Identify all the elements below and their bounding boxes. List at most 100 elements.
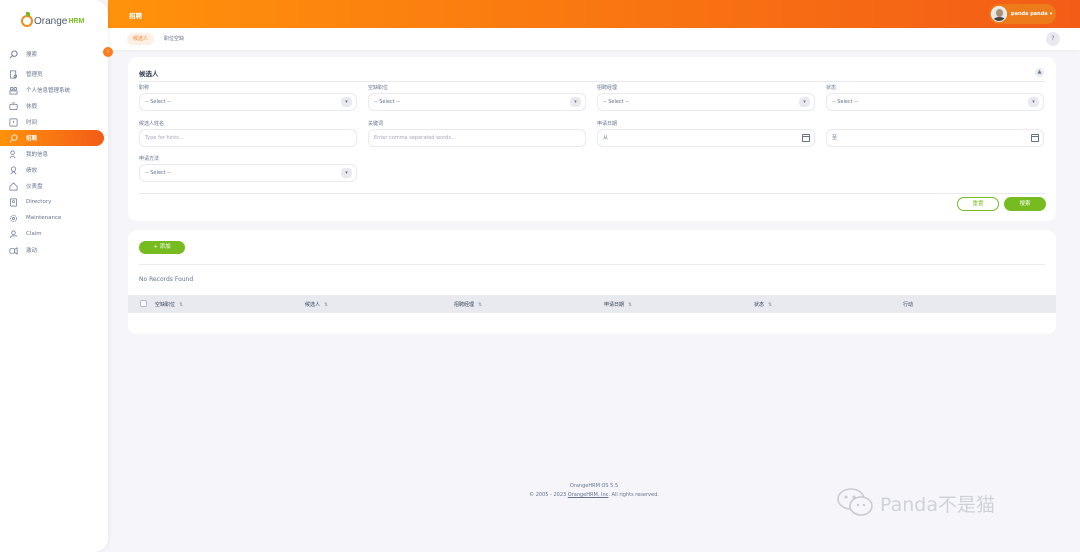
chevron-down-icon: ▾ (341, 97, 352, 107)
claim-icon (9, 230, 18, 239)
sidebar-search[interactable]: 搜索 (0, 46, 108, 62)
sort-icon[interactable]: ⇅ (179, 302, 183, 308)
date-from-input[interactable]: 从 (597, 129, 815, 147)
sort-icon[interactable]: ⇅ (768, 302, 772, 308)
sidebar-item-label: 激动 (26, 248, 38, 254)
page-title: 招聘 (129, 12, 142, 20)
sidebar-item-label: Claim (26, 231, 42, 237)
user-name: panda panda (1011, 11, 1048, 17)
sidebar-item-my-info[interactable]: 我的信息 (0, 146, 108, 162)
sidebar-item-maintenance[interactable]: Maintenance (0, 210, 108, 226)
chevron-down-icon: ▾ (570, 97, 581, 107)
orangehrm-link[interactable]: OrangeHRM, Inc (568, 492, 609, 498)
date-to-input[interactable]: 至 (826, 129, 1044, 147)
method-select[interactable]: -- Select -- ▾ (139, 164, 357, 182)
sort-icon[interactable]: ⇅ (478, 302, 482, 308)
hiring-manager-select[interactable]: -- Select -- ▾ (597, 93, 815, 111)
select-all-checkbox[interactable] (140, 300, 147, 307)
calendar-icon[interactable] (1031, 134, 1039, 142)
calendar-icon[interactable] (802, 134, 810, 142)
search-button[interactable]: 搜索 (1004, 197, 1046, 211)
wechat-icon (836, 485, 876, 521)
column-header-vacancy[interactable]: 空缺职位 ⇅ (155, 301, 183, 308)
sidebar-item-label: 个人信息管理系统 (26, 88, 71, 94)
sidebar-item-performance[interactable]: 绩效 (0, 162, 108, 178)
column-label: 申请日期 (604, 302, 625, 308)
column-label: 状态 (754, 302, 765, 308)
vacancy-label: 空缺职位 (368, 85, 389, 91)
add-candidate-button[interactable]: + 添加 (139, 241, 185, 254)
directory-icon (9, 198, 18, 207)
orangehrm-logo[interactable]: Orange HRM (21, 12, 85, 29)
leave-icon (9, 102, 18, 111)
watermark: Panda不是猫 (836, 485, 995, 521)
sidebar-item-pim[interactable]: 个人信息管理系统 (0, 82, 108, 98)
topbar: 招聘 panda panda ▾ (108, 0, 1080, 28)
vacancy-value: -- Select -- (374, 99, 400, 105)
records-count: No Records Found (139, 276, 194, 283)
method-label: 申请方法 (139, 156, 160, 162)
sidebar-item-admin[interactable]: 管理员 (0, 66, 108, 82)
chevron-down-icon: ▾ (1049, 11, 1053, 17)
sidebar-search-label: 搜索 (26, 52, 38, 58)
vacancy-select[interactable]: -- Select -- ▾ (368, 93, 586, 111)
column-label: 候选人 (305, 302, 321, 308)
column-header-hiring-manager[interactable]: 招聘经理 ⇅ (454, 301, 482, 308)
sidebar-item-leave[interactable]: 休假 (0, 98, 108, 114)
candidate-name-label: 候选人姓名 (139, 121, 165, 127)
sidebar-item-dashboard[interactable]: 仪表盘 (0, 178, 108, 194)
help-button[interactable]: ? (1046, 32, 1060, 46)
reset-button[interactable]: 重置 (957, 197, 999, 211)
user-dropdown[interactable]: panda panda ▾ (989, 4, 1056, 24)
sidebar: Orange HRM 搜索 管理员 个人信息管理系统 休假 时间 招聘 我的信息… (0, 0, 108, 552)
collapse-filter-button[interactable]: ▲ (1035, 68, 1044, 77)
method-value: -- Select -- (145, 170, 171, 176)
performance-icon (9, 166, 18, 175)
sidebar-item-buzz[interactable]: 激动 (0, 242, 108, 258)
avatar (991, 6, 1007, 22)
sidebar-item-claim[interactable]: Claim (0, 226, 108, 242)
table-header: 空缺职位 ⇅ 候选人 ⇅ 招聘经理 ⇅ 申请日期 ⇅ 状态 ⇅ 行动 (128, 295, 1056, 313)
sidebar-item-directory[interactable]: Directory (0, 194, 108, 210)
sort-icon[interactable]: ⇅ (324, 302, 328, 308)
sidebar-item-label: 我的信息 (26, 152, 49, 158)
sidebar-collapse-button[interactable]: ‹ (103, 47, 113, 57)
sidebar-item-label: Maintenance (26, 215, 62, 221)
recruitment-icon (9, 133, 18, 143)
status-value: -- Select -- (832, 99, 858, 105)
candidate-filter-card: 候选人 ▲ 职称 -- Select -- ▾ 空缺职位 -- Select -… (128, 57, 1056, 221)
column-header-date[interactable]: 申请日期 ⇅ (604, 301, 632, 308)
time-icon (9, 118, 18, 127)
column-label: 空缺职位 (155, 302, 176, 308)
sidebar-item-label: 招聘 (26, 136, 38, 142)
sidebar-item-label: 时间 (26, 120, 38, 126)
sidebar-item-recruitment[interactable]: 招聘 (0, 130, 104, 146)
logo-mark-icon (21, 12, 33, 27)
candidate-name-input[interactable]: Type for hints... (139, 129, 357, 147)
job-title-label: 职称 (139, 85, 150, 91)
sidebar-item-time[interactable]: 时间 (0, 114, 108, 130)
chevron-down-icon: ▾ (1028, 97, 1039, 107)
candidate-list-card: + 添加 No Records Found 空缺职位 ⇅ 候选人 ⇅ 招聘经理 ⇅ 申… (128, 230, 1056, 334)
search-icon (9, 49, 18, 59)
column-header-actions: 行动 (903, 302, 914, 308)
tab-candidates[interactable]: 候选人 (127, 33, 155, 45)
admin-icon (9, 70, 18, 79)
column-header-candidate[interactable]: 候选人 ⇅ (305, 301, 328, 308)
pim-icon (9, 86, 18, 95)
job-title-select[interactable]: -- Select -- ▾ (139, 93, 357, 111)
sidebar-item-label: 管理员 (26, 72, 43, 78)
column-header-status[interactable]: 状态 ⇅ (754, 301, 772, 308)
logo-subtext: HRM (68, 17, 85, 25)
divider (139, 193, 1045, 194)
tab-vacancies[interactable]: 职位空缺 (158, 33, 190, 45)
top-nav: 候选人 职位空缺 ? (108, 28, 1080, 50)
status-select[interactable]: -- Select -- ▾ (826, 93, 1044, 111)
buzz-icon (9, 246, 18, 255)
keywords-input[interactable]: Enter comma seperated words... (368, 129, 586, 147)
date-from-placeholder: 从 (603, 135, 609, 141)
copyright-prefix: © 2005 - 2023 (529, 492, 568, 498)
sort-icon[interactable]: ⇅ (628, 302, 632, 308)
hiring-manager-value: -- Select -- (603, 99, 629, 105)
keywords-label: 关键词 (368, 121, 384, 127)
